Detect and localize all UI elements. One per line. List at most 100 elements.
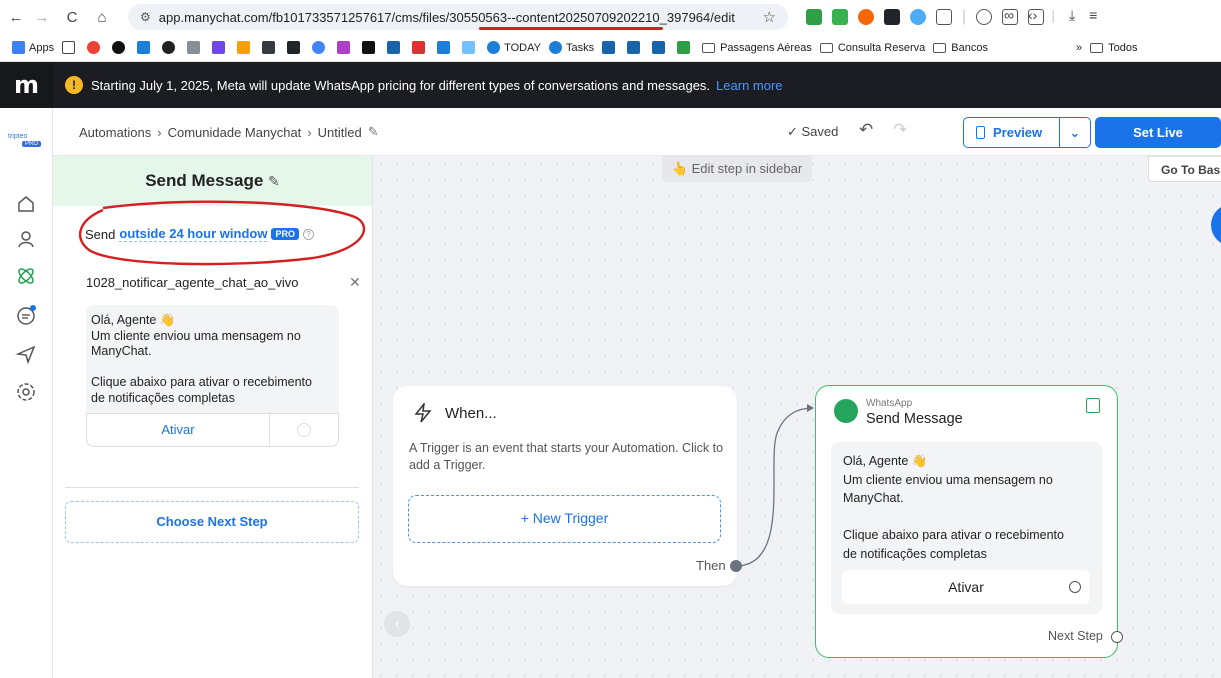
wave-icon bbox=[212, 41, 226, 54]
bookmarks-more-button[interactable]: » bbox=[1076, 42, 1082, 54]
help-icon[interactable]: ? bbox=[302, 228, 314, 240]
node-ativar-button[interactable]: Ativar bbox=[842, 570, 1090, 604]
bookmark-icon-item[interactable] bbox=[462, 41, 479, 54]
bookmark-folder[interactable]: Consulta Reserva bbox=[819, 42, 925, 54]
learn-more-link[interactable]: Learn more bbox=[716, 78, 782, 93]
bookmark-icon-item[interactable] bbox=[237, 41, 254, 54]
bookmark-icon-item[interactable] bbox=[287, 41, 304, 54]
feather-icon bbox=[187, 41, 201, 54]
chevron-down-icon[interactable]: ⌄ bbox=[1058, 118, 1090, 147]
bookmark-star-icon[interactable]: ☆ bbox=[763, 8, 776, 26]
floating-help-button[interactable] bbox=[1211, 204, 1221, 246]
next-step-handle[interactable] bbox=[1111, 631, 1123, 643]
bookmark-icon-item[interactable] bbox=[602, 41, 619, 54]
account-brand[interactable]: tripteo PRO bbox=[8, 133, 46, 147]
url-bar[interactable]: ⚙ app.manychat.com/fb101733571257617/cms… bbox=[128, 4, 788, 30]
ativar-button[interactable]: Ativar bbox=[87, 414, 270, 446]
settings-icon[interactable] bbox=[14, 380, 38, 404]
bookmark-icon-item[interactable] bbox=[137, 41, 154, 54]
password-icon[interactable] bbox=[976, 9, 993, 25]
banner-text: Starting July 1, 2025, Meta will update … bbox=[91, 77, 711, 93]
puzzle-icon[interactable] bbox=[936, 9, 952, 25]
bookmark-folder-all[interactable]: Todos bbox=[1090, 42, 1137, 54]
broadcast-icon[interactable] bbox=[14, 342, 38, 366]
template-name: 1028_notificar_agente_chat_ao_vivo bbox=[86, 275, 299, 290]
manychat-logo[interactable]: m bbox=[0, 62, 53, 108]
note-icon[interactable] bbox=[1086, 398, 1100, 413]
bookmark-icon-item[interactable] bbox=[212, 41, 229, 54]
window-selector[interactable]: outside 24 hour window bbox=[119, 226, 268, 242]
extension-icon[interactable] bbox=[832, 9, 848, 25]
message-line: Um cliente enviou uma mensagem no bbox=[843, 472, 1053, 487]
then-connector-handle[interactable] bbox=[730, 560, 742, 572]
pro-badge: PRO bbox=[271, 228, 299, 240]
chevron-left-icon[interactable]: ‹ bbox=[384, 611, 410, 637]
contacts-icon[interactable] bbox=[14, 227, 38, 251]
bookmark-icon-item[interactable] bbox=[387, 41, 404, 54]
saved-label: Saved bbox=[801, 124, 839, 139]
message-line: Clique abaixo para ativar o recebimento bbox=[91, 375, 312, 389]
breadcrumb-automations[interactable]: Automations bbox=[79, 125, 151, 140]
choose-next-step-button[interactable]: Choose Next Step bbox=[65, 501, 359, 543]
bookmark-icon-item[interactable] bbox=[627, 41, 644, 54]
message-line bbox=[843, 508, 1090, 527]
preview-button[interactable]: Preview ⌄ bbox=[963, 117, 1091, 148]
bookmark-icon-item[interactable] bbox=[337, 41, 354, 54]
bookmark-folder[interactable]: Passagens Aéreas bbox=[702, 42, 812, 54]
lightning-icon bbox=[414, 403, 432, 423]
bookmark-icon-item[interactable] bbox=[437, 41, 454, 54]
site-settings-icon[interactable]: ⚙ bbox=[140, 10, 151, 24]
new-trigger-button[interactable]: + New Trigger bbox=[408, 495, 721, 543]
bookmark-icon-item[interactable] bbox=[87, 41, 104, 54]
bookmark-label: Todos bbox=[1108, 41, 1138, 54]
bookmark-folder[interactable]: Bancos bbox=[933, 42, 988, 54]
breadcrumb-current[interactable]: Untitled bbox=[318, 125, 362, 140]
extension-icon[interactable] bbox=[858, 9, 874, 25]
trigger-node[interactable]: When... A Trigger is an event that start… bbox=[393, 386, 742, 586]
home-icon[interactable]: ⌂ bbox=[92, 9, 112, 26]
bookmark-apps[interactable]: Apps bbox=[12, 41, 54, 54]
bookmark-icon-item[interactable] bbox=[412, 41, 429, 54]
connector-dot-icon[interactable] bbox=[1069, 581, 1081, 593]
bookmark-tasks[interactable]: Tasks bbox=[548, 41, 594, 54]
tasks-icon bbox=[548, 41, 562, 54]
pencil-icon[interactable]: ✎ bbox=[268, 173, 280, 189]
live-chat-icon[interactable] bbox=[14, 303, 38, 327]
redo-icon[interactable]: ↷ bbox=[893, 120, 907, 140]
extension-icon[interactable] bbox=[884, 9, 900, 25]
breadcrumb-folder[interactable]: Comunidade Manychat bbox=[168, 125, 302, 140]
download-icon[interactable]: ⤓ bbox=[1069, 7, 1075, 24]
forward-icon[interactable]: → bbox=[32, 9, 52, 26]
bookmark-icon-item[interactable] bbox=[162, 41, 179, 54]
bookmark-icon-item[interactable] bbox=[652, 41, 669, 54]
link-icon[interactable]: ∞ bbox=[1004, 7, 1014, 24]
extension-icon[interactable] bbox=[910, 9, 926, 25]
bookmark-label: TODAY bbox=[504, 41, 541, 54]
home-icon[interactable] bbox=[14, 192, 38, 216]
undo-icon[interactable]: ↶ bbox=[859, 120, 873, 140]
whatsapp-send-message-node[interactable]: WhatsApp Send Message Olá, Agente 👋 Um c… bbox=[815, 385, 1123, 658]
reading-list-icon[interactable]: ≡ bbox=[1089, 7, 1097, 24]
bookmark-icon-item[interactable] bbox=[312, 41, 329, 54]
automation-icon[interactable] bbox=[14, 264, 38, 288]
message-preview[interactable]: Olá, Agente 👋 Um cliente enviou uma mens… bbox=[86, 305, 339, 447]
back-icon[interactable]: ← bbox=[6, 9, 26, 26]
go-to-basic-button[interactable]: Go To Basic bbox=[1148, 156, 1221, 182]
bookmark-icon-item[interactable] bbox=[677, 41, 694, 54]
bookmark-icon-item[interactable] bbox=[187, 41, 204, 54]
bookmark-icon-item[interactable] bbox=[262, 41, 279, 54]
send-prefix: Send bbox=[85, 226, 116, 242]
flow-canvas[interactable]: 👆 Edit step in sidebar Go To Basic When.… bbox=[373, 156, 1221, 678]
bookmark-today[interactable]: TODAY bbox=[487, 41, 541, 54]
pencil-icon[interactable]: ✎ bbox=[368, 124, 379, 140]
extension-icon[interactable] bbox=[806, 9, 822, 25]
close-icon[interactable]: ✕ bbox=[349, 274, 361, 291]
reload-icon[interactable]: C bbox=[62, 9, 82, 26]
folder-icon bbox=[933, 42, 947, 53]
set-live-button[interactable]: Set Live bbox=[1095, 117, 1221, 148]
qr-icon bbox=[262, 41, 276, 54]
bookmark-icon-item[interactable] bbox=[62, 41, 79, 54]
code-icon[interactable]: ‹› bbox=[1028, 7, 1037, 24]
bookmark-icon-item[interactable] bbox=[112, 41, 129, 54]
bookmark-icon-item[interactable] bbox=[362, 41, 379, 54]
